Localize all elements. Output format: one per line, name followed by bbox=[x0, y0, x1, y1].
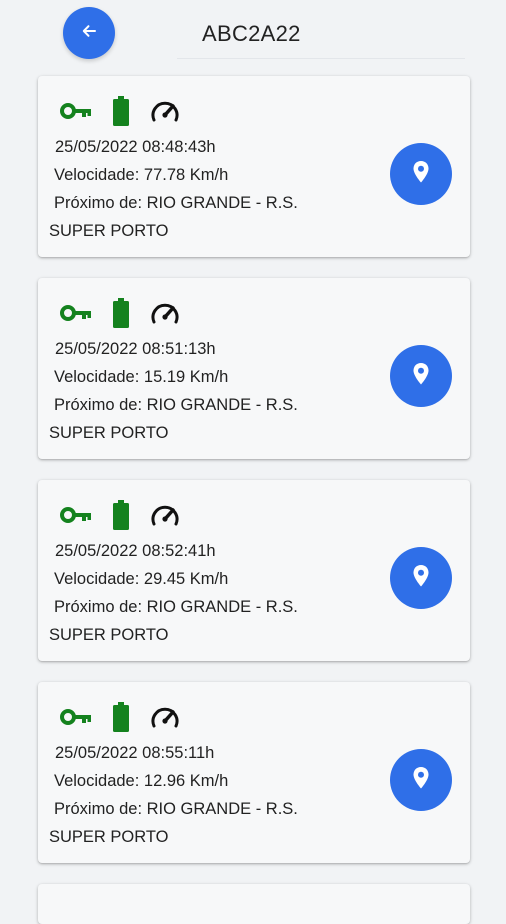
battery-icon bbox=[112, 500, 130, 530]
map-pin-icon bbox=[412, 362, 430, 391]
record-datetime: 25/05/2022 08:52:41h bbox=[55, 542, 216, 560]
title-box: ABC2A22 bbox=[177, 10, 465, 59]
status-icons bbox=[60, 96, 180, 126]
record-speed: Velocidade: 15.19 Km/h bbox=[54, 368, 229, 386]
battery-icon bbox=[112, 298, 130, 328]
battery-icon bbox=[112, 96, 130, 126]
record-datetime: 25/05/2022 08:51:13h bbox=[55, 340, 216, 358]
key-icon bbox=[60, 506, 92, 524]
record-place: SUPER PORTO bbox=[49, 828, 169, 846]
show-on-map-button[interactable] bbox=[390, 749, 452, 811]
status-icons bbox=[60, 500, 180, 530]
record-speed: Velocidade: 29.45 Km/h bbox=[54, 570, 229, 588]
map-pin-icon bbox=[412, 766, 430, 795]
record-datetime: 25/05/2022 08:55:11h bbox=[55, 744, 215, 762]
speedometer-icon bbox=[150, 704, 180, 730]
back-button[interactable] bbox=[63, 7, 115, 59]
record-card: 25/05/2022 08:55:11h Velocidade: 12.96 K… bbox=[38, 682, 470, 863]
status-icons bbox=[60, 298, 180, 328]
record-datetime: 25/05/2022 08:48:43h bbox=[55, 138, 216, 156]
top-bar: ABC2A22 bbox=[0, 0, 506, 64]
map-pin-icon bbox=[412, 564, 430, 593]
record-card-partial bbox=[38, 884, 470, 924]
show-on-map-button[interactable] bbox=[390, 547, 452, 609]
record-place: SUPER PORTO bbox=[49, 424, 169, 442]
key-icon bbox=[60, 708, 92, 726]
key-icon bbox=[60, 102, 92, 120]
record-near: Próximo de: RIO GRANDE - R.S. bbox=[54, 194, 298, 212]
status-icons bbox=[60, 702, 180, 732]
speedometer-icon bbox=[150, 98, 180, 124]
record-card: 25/05/2022 08:48:43h Velocidade: 77.78 K… bbox=[38, 76, 470, 257]
record-place: SUPER PORTO bbox=[49, 626, 169, 644]
show-on-map-button[interactable] bbox=[390, 345, 452, 407]
battery-icon bbox=[112, 702, 130, 732]
record-near: Próximo de: RIO GRANDE - R.S. bbox=[54, 800, 298, 818]
show-on-map-button[interactable] bbox=[390, 143, 452, 205]
record-card: 25/05/2022 08:51:13h Velocidade: 15.19 K… bbox=[38, 278, 470, 459]
record-near: Próximo de: RIO GRANDE - R.S. bbox=[54, 598, 298, 616]
record-place: SUPER PORTO bbox=[49, 222, 169, 240]
speedometer-icon bbox=[150, 300, 180, 326]
speedometer-icon bbox=[150, 502, 180, 528]
arrow-left-icon bbox=[80, 22, 98, 45]
record-card: 25/05/2022 08:52:41h Velocidade: 29.45 K… bbox=[38, 480, 470, 661]
record-speed: Velocidade: 77.78 Km/h bbox=[54, 166, 229, 184]
map-pin-icon bbox=[412, 160, 430, 189]
page-title: ABC2A22 bbox=[202, 21, 301, 46]
record-speed: Velocidade: 12.96 Km/h bbox=[54, 772, 229, 790]
key-icon bbox=[60, 304, 92, 322]
record-near: Próximo de: RIO GRANDE - R.S. bbox=[54, 396, 298, 414]
